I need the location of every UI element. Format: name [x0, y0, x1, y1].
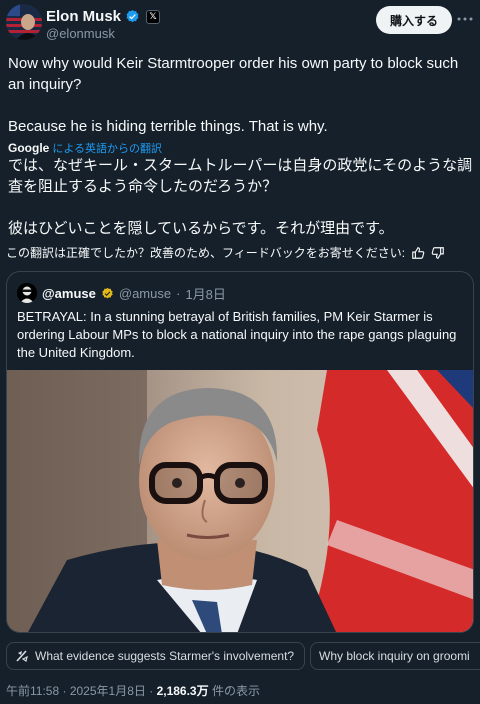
- meta-separator: ·: [149, 684, 154, 698]
- quote-photo[interactable]: [7, 370, 474, 633]
- quote-separator: ·: [176, 285, 181, 301]
- gold-verified-icon: [102, 287, 113, 298]
- author-name-row[interactable]: Elon Musk 𝕏: [46, 8, 161, 25]
- quote-date[interactable]: 1月8日: [185, 284, 225, 303]
- affiliate-badge: 𝕏: [146, 9, 161, 24]
- author-handle[interactable]: @elonmusk: [46, 26, 115, 41]
- quoted-post[interactable]: @amuse @amuse · 1月8日 BETRAYAL: In a stun…: [6, 271, 474, 633]
- translation-attribution: Google による英語からの翻訳: [8, 140, 162, 156]
- author-display-name[interactable]: Elon Musk: [46, 8, 121, 25]
- translated-text: では、なぜキール・スタームトルーパーは自身の政党にそのような調査を阻止するよう命…: [8, 157, 473, 237]
- grok-icon: [16, 650, 28, 662]
- post-date[interactable]: 2025年1月8日: [70, 684, 146, 698]
- quote-avatar[interactable]: [17, 283, 37, 303]
- more-icon[interactable]: [456, 10, 474, 28]
- translation-provider: Google: [8, 141, 50, 155]
- grok-suggestion-2[interactable]: Why block inquiry on groomi: [310, 642, 480, 670]
- meta-separator: ·: [62, 684, 67, 698]
- avatar-image: [6, 4, 42, 40]
- view-suffix: 件の表示: [211, 684, 260, 698]
- post-text: Now why would Keir Starmtrooper order hi…: [8, 55, 459, 135]
- grok-suggestion-1[interactable]: What evidence suggests Starmer's involve…: [6, 642, 305, 670]
- quote-text: BETRAYAL: In a stunning betrayal of Brit…: [17, 309, 457, 360]
- quote-avatar-image: [17, 283, 37, 303]
- suggestion-label: What evidence suggests Starmer's involve…: [35, 649, 295, 663]
- post-time[interactable]: 午前11:58: [6, 684, 59, 698]
- quote-header: @amuse @amuse · 1月8日: [17, 283, 226, 303]
- translation-link[interactable]: による英語からの翻訳: [52, 140, 162, 156]
- suggestion-label: Why block inquiry on groomi: [319, 649, 470, 663]
- thumbs-down-icon[interactable]: [431, 246, 445, 260]
- subscribe-button[interactable]: 購入する: [375, 6, 452, 34]
- view-count: 2,186.3万: [156, 684, 209, 698]
- author-avatar[interactable]: [6, 4, 42, 40]
- post-header: Elon Musk 𝕏 @elonmusk 購入する: [0, 0, 480, 46]
- feedback-prompt: この翻訳は正確でしたか？改善のため、フィードバックをお寄せください:: [6, 246, 406, 260]
- post-meta: 午前11:58 · 2025年1月8日 · 2,186.3万 件の表示: [6, 682, 260, 699]
- quote-author-name[interactable]: @amuse: [42, 286, 96, 301]
- translation-feedback: この翻訳は正確でしたか？改善のため、フィードバックをお寄せください:: [6, 244, 474, 261]
- verified-icon: [126, 9, 139, 23]
- thumbs-up-icon[interactable]: [411, 246, 425, 260]
- quote-author-handle[interactable]: @amuse: [119, 286, 171, 301]
